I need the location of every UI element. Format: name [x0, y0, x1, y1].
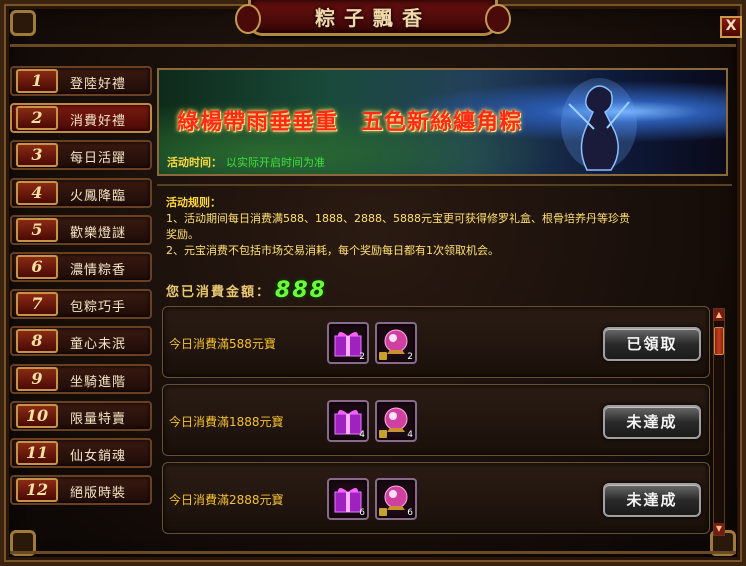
scroll-thumb[interactable] [714, 327, 724, 355]
sidebar-item-number: 3 [16, 143, 58, 168]
window-title-plate: 粽子飄香 [235, 0, 511, 36]
sidebar-item-zongzi-aroma[interactable]: 6 濃情粽香 [10, 251, 152, 282]
reward-item-slot[interactable]: 6 [375, 478, 417, 520]
sidebar-item-label: 消費好禮 [70, 114, 127, 130]
event-time: 活动时间： 以实际开启时间为准 [167, 154, 325, 170]
sidebar-item-fairy[interactable]: 11 仙女銷魂 [10, 437, 152, 468]
sidebar-item-login-gift[interactable]: 1 登陸好禮 [10, 66, 152, 96]
sidebar-item-label: 火鳳降臨 [70, 188, 127, 204]
bound-lock-icon [379, 430, 387, 438]
sidebar-item-number: 9 [16, 366, 58, 391]
rules-line-2: 2、元宝消费不包括市场交易消耗，每个奖励每日都有1次领取机会。 [166, 244, 499, 257]
reward-item-slot[interactable]: 6 [327, 478, 369, 520]
rules-line-1-cont: 奖励。 [166, 228, 199, 241]
sidebar-item-label: 濃情粽香 [70, 262, 127, 278]
sidebar-item-number: 2 [16, 106, 58, 131]
sidebar-item-label: 童心未泯 [70, 337, 127, 353]
banner-title: 綠楊帶雨垂垂重 五色新絲纏角粽 [177, 109, 523, 135]
sidebar-item-number: 8 [16, 329, 58, 354]
reward-threshold-label: 今日消費滿588元寶 [169, 337, 276, 351]
sidebar-item-number: 4 [16, 180, 58, 205]
claimed-button[interactable]: 已領取 [603, 327, 701, 361]
bound-lock-icon [379, 352, 387, 360]
sidebar-item-lantern-riddle[interactable]: 5 歡樂燈謎 [10, 214, 152, 245]
reward-threshold-label: 今日消費滿2888元寶 [169, 493, 284, 507]
item-count: 2 [407, 352, 413, 362]
sidebar-item-number: 6 [16, 254, 58, 279]
reward-item-slot[interactable]: 2 [327, 322, 369, 364]
rules-line-1: 1、活动期间每日消费满588、1888、2888、5888元宝更可获得修罗礼盒、… [166, 212, 630, 225]
section-divider [157, 184, 732, 186]
close-icon: X [725, 18, 737, 34]
scroll-up-arrow-icon[interactable]: ▲ [714, 309, 724, 321]
sidebar-item-label: 坐騎進階 [70, 374, 127, 390]
event-sidebar: 1 登陸好禮 2 消費好禮 3 每日活躍 4 火鳳降臨 5 歡樂燈謎 6 濃情粽… [10, 66, 152, 512]
close-button[interactable]: X [720, 16, 742, 38]
item-count: 4 [407, 430, 413, 440]
event-banner: 綠楊帶雨垂垂重 五色新絲纏角粽 活动时间： 以实际开启时间为准 [157, 68, 728, 176]
scroll-down-arrow-icon[interactable]: ▼ [714, 523, 724, 535]
reward-row: 今日消費滿1888元寶 4 4 未達成 [162, 384, 710, 456]
warrior-figure-art [561, 78, 637, 171]
reward-item-slot[interactable]: 4 [327, 400, 369, 442]
sidebar-item-number: 12 [16, 478, 58, 503]
sidebar-item-label: 包粽巧手 [70, 300, 127, 316]
frame-bottom-rail [10, 551, 736, 554]
sidebar-item-mount-advance[interactable]: 9 坐騎進階 [10, 363, 152, 394]
sidebar-item-fire-phoenix[interactable]: 4 火鳳降臨 [10, 177, 152, 208]
spent-amount-value: 888 [275, 278, 327, 303]
event-time-label: 活动时间： [167, 156, 222, 169]
sidebar-item-number: 7 [16, 292, 58, 317]
sidebar-item-daily-active[interactable]: 3 每日活躍 [10, 140, 152, 171]
reward-item-slot[interactable]: 2 [375, 322, 417, 364]
sidebar-item-childlike-heart[interactable]: 8 童心未泯 [10, 326, 152, 357]
reward-item-slot[interactable]: 4 [375, 400, 417, 442]
sidebar-item-number: 5 [16, 217, 58, 242]
rules-title: 活动规则： [166, 196, 221, 209]
reward-threshold-label: 今日消費滿1888元寶 [169, 415, 284, 429]
item-count: 2 [359, 352, 365, 362]
sidebar-item-label: 絕版時裝 [70, 486, 127, 502]
sidebar-item-label: 每日活躍 [70, 151, 127, 167]
sidebar-item-zongzi-maker[interactable]: 7 包粽巧手 [10, 289, 152, 320]
not-reached-button[interactable]: 未達成 [603, 405, 701, 439]
bound-lock-icon [379, 508, 387, 516]
reward-row: 今日消費滿2888元寶 6 6 未達成 [162, 462, 710, 534]
item-count: 6 [359, 508, 365, 518]
sidebar-item-label: 歡樂燈謎 [70, 225, 127, 241]
sidebar-item-spend-gift[interactable]: 2 消費好禮 [10, 103, 152, 134]
spent-amount: 您已消費金額： 888 [166, 278, 327, 303]
sidebar-item-label: 限量特賣 [70, 411, 127, 427]
reward-list-scrollbar[interactable]: ▲ ▼ [713, 308, 725, 536]
not-reached-button[interactable]: 未達成 [603, 483, 701, 517]
frame-top-rail [10, 44, 736, 47]
sidebar-item-label: 登陸好禮 [70, 77, 127, 92]
window-title: 粽子飄香 [315, 6, 431, 30]
reward-row: 今日消費滿588元寶 2 2 已領取 [162, 306, 710, 378]
sidebar-item-number: 1 [16, 69, 58, 93]
sidebar-item-limited-sale[interactable]: 10 限量特賣 [10, 400, 152, 431]
item-count: 4 [359, 430, 365, 440]
sidebar-item-number: 11 [16, 440, 58, 465]
sidebar-item-number: 10 [16, 403, 58, 428]
sidebar-item-exclusive-fashion[interactable]: 12 絕版時裝 [10, 475, 152, 506]
frame-corner-ornament [10, 10, 36, 36]
sidebar-item-label: 仙女銷魂 [70, 448, 127, 464]
item-count: 6 [407, 508, 413, 518]
event-time-value: 以实际开启时间为准 [226, 156, 325, 169]
reward-list: 今日消費滿588元寶 2 2 已領取 今日消費滿1888元寶 4 4 未達成 今… [162, 306, 710, 540]
event-rules: 活动规则： 1、活动期间每日消费满588、1888、2888、5888元宝更可获… [166, 195, 726, 259]
spent-amount-label: 您已消費金額： [166, 285, 272, 300]
